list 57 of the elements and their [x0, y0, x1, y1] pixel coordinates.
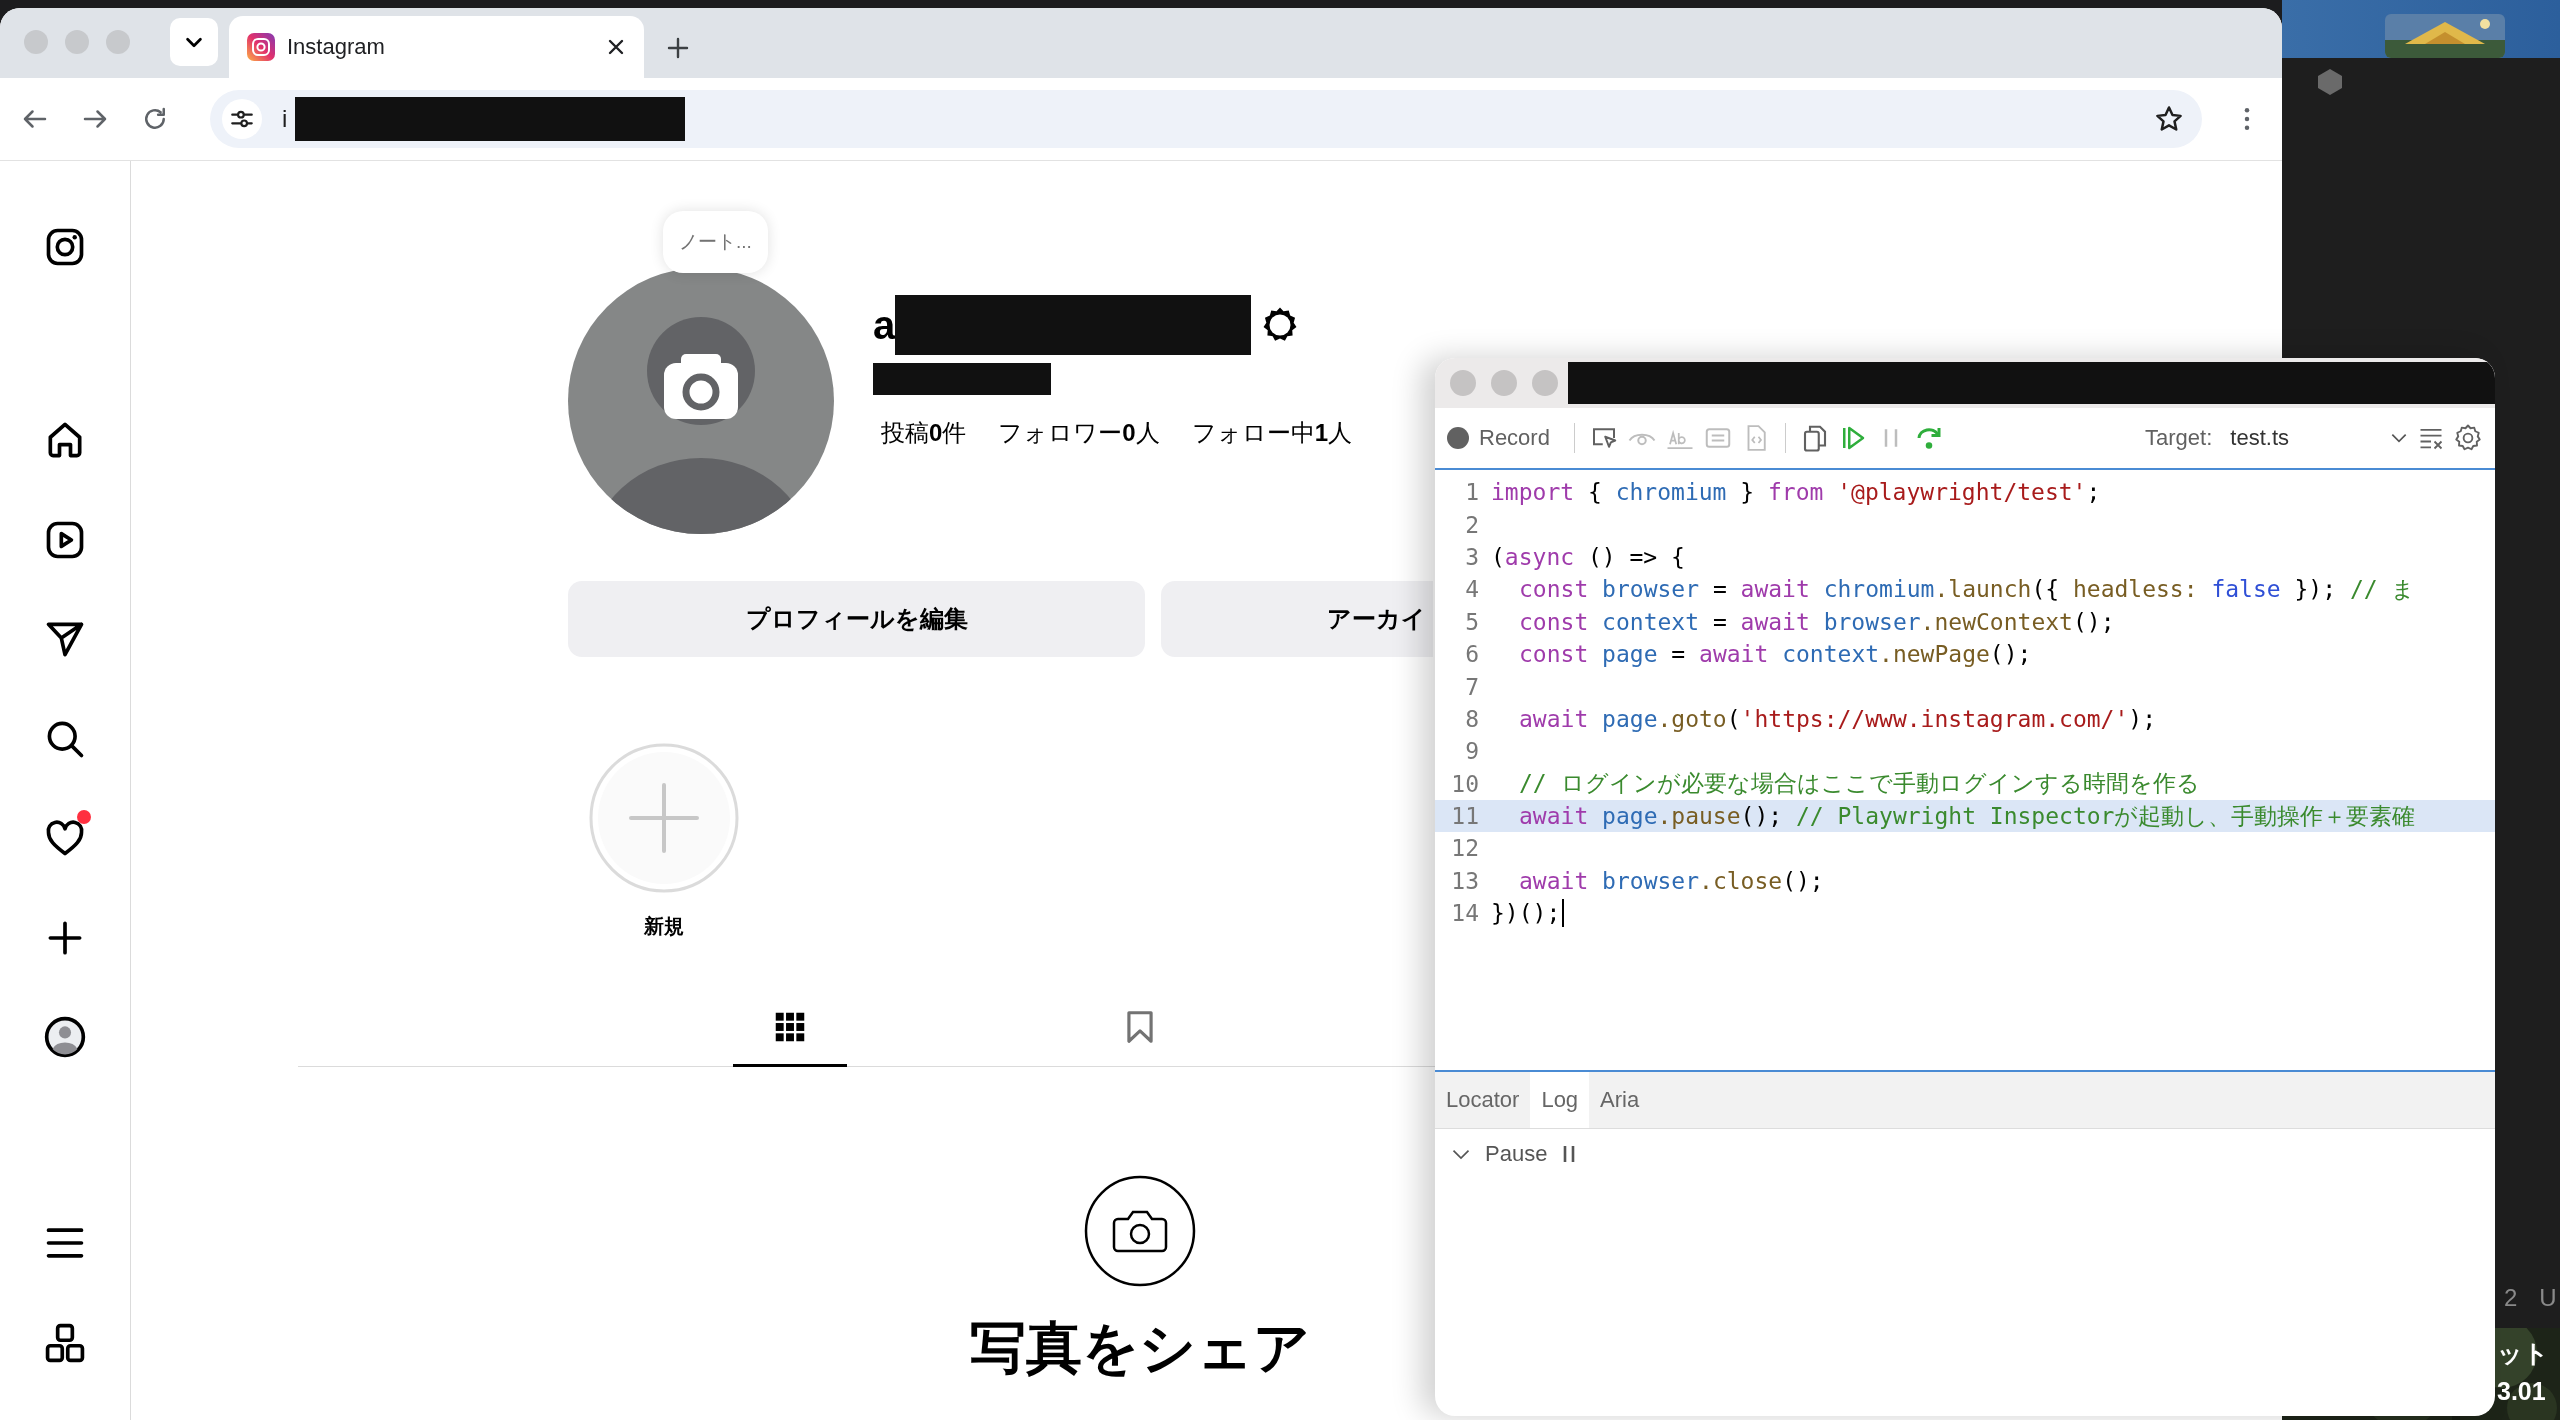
label: ット — [2497, 1338, 2549, 1369]
new-tab-icon[interactable] — [666, 36, 690, 60]
url-text: i — [282, 105, 288, 133]
line-number: 11 — [1450, 803, 1480, 830]
record-button[interactable]: Record — [1447, 425, 1560, 451]
line-number: 3 — [1464, 543, 1480, 570]
address-bar[interactable]: i — [210, 90, 2202, 148]
line-number: 8 — [1464, 705, 1480, 732]
profile-stat[interactable]: 投稿0件 — [881, 417, 967, 449]
line-number: 7 — [1464, 673, 1480, 700]
browser-tab[interactable]: Instagram — [229, 16, 644, 78]
code-line: await browser.close(); — [1518, 867, 1824, 894]
username: a — [873, 302, 896, 348]
log-entry: Pause — [1485, 1141, 1548, 1167]
tab-title: Instagram — [287, 34, 386, 60]
code-line: const page = await context.newPage(); — [1518, 641, 2032, 668]
panel-tab[interactable]: Log — [1530, 1072, 1590, 1128]
code-line: const browser = await chromium.launch({ headless: false }); // ま — [1518, 574, 2416, 605]
code-line: await page.goto('https://www.instagram.com/'); — [1518, 705, 2157, 732]
profile-button[interactable]: アーカイ — [1161, 581, 1433, 657]
code-line: import { chromium } from '@playwright/test'; — [1491, 479, 2101, 506]
line-number: 9 — [1464, 738, 1480, 765]
highlight-label: 新規 — [644, 914, 684, 939]
line-number: 12 — [1450, 835, 1480, 862]
target-select[interactable]: test.ts — [2230, 425, 2409, 451]
panel-tab[interactable]: Locator — [1435, 1072, 1531, 1128]
empty-state-title: 写真をシェア — [969, 1315, 1310, 1381]
tab-search-button[interactable] — [170, 18, 218, 66]
line-number: 2 — [1464, 511, 1480, 538]
line-number: 5 — [1464, 608, 1480, 635]
profile-avatar-icon[interactable] — [43, 1015, 87, 1059]
line-number: 14 — [1450, 900, 1480, 927]
note-bubble[interactable]: ノート... — [663, 211, 768, 273]
star-icon[interactable] — [2154, 104, 2184, 134]
profile-stat[interactable]: フォロー中1人 — [1191, 417, 1353, 449]
settings-icon[interactable] — [2453, 423, 2483, 453]
code-line: // ログインが必要な場合はここで手動ログインする時間を作る — [1518, 769, 2200, 799]
app-icon — [247, 33, 275, 61]
code-line: await page.pause(); // Playwright Inspectorが起動し、手動操作＋要素確 — [1518, 801, 2416, 832]
label: 3.01 — [2497, 1376, 2547, 1407]
label: U — [2539, 1284, 2557, 1312]
target-label: Target: — [2145, 425, 2213, 451]
code-line: (async () => { — [1491, 543, 1685, 570]
panel-tab[interactable]: Aria — [1589, 1072, 1651, 1128]
profile-button[interactable]: プロフィールを編集 — [568, 581, 1145, 657]
profile-stat[interactable]: フォロワー0人 — [998, 417, 1160, 449]
line-number: 6 — [1464, 641, 1480, 668]
line-number: 1 — [1464, 479, 1480, 506]
line-number: 13 — [1450, 867, 1480, 894]
line-number: 4 — [1464, 576, 1480, 603]
close-icon[interactable] — [606, 37, 626, 57]
line-number: 10 — [1450, 770, 1480, 797]
label: 2 — [2504, 1284, 2518, 1312]
code-line: const context = await browser.newContext(); — [1518, 608, 2115, 635]
hexagon-icon[interactable] — [2317, 68, 2343, 96]
code-line: })(); — [1491, 900, 1561, 927]
camera-icon — [1083, 1175, 1196, 1287]
